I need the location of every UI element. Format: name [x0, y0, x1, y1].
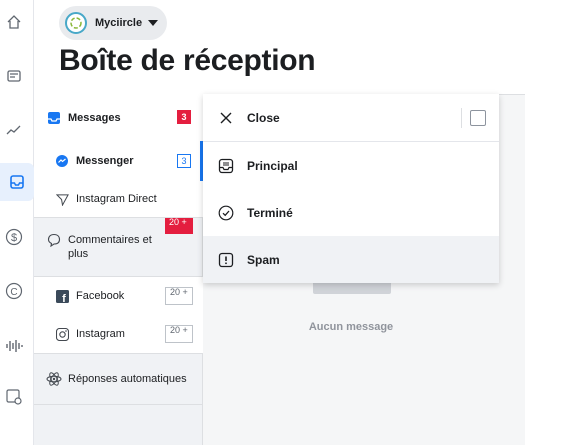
svg-text:C: C — [10, 287, 17, 298]
audio-icon[interactable] — [4, 336, 24, 356]
menu-item-spam[interactable]: Spam — [203, 236, 499, 283]
atom-icon — [46, 371, 62, 387]
inbox-tray-icon — [46, 110, 62, 126]
menu-item-label: Principal — [247, 158, 298, 173]
account-name: Myciircle — [95, 17, 143, 29]
comment-icon — [46, 232, 62, 248]
home-icon[interactable] — [4, 12, 24, 32]
menu-item-termine[interactable]: Terminé — [203, 189, 499, 236]
sidebar-item-label: Instagram Direct — [76, 193, 157, 205]
folder-dropdown: Close Principal Terminé Spam — [203, 94, 499, 283]
dropdown-header: Close — [203, 94, 499, 141]
copyright-icon[interactable]: C — [4, 281, 24, 301]
facebook-icon: f — [54, 288, 70, 304]
unread-badge: 20 + — [165, 218, 193, 234]
inbox-sidebar: Messages 3 Messenger 3 Instagram Direct … — [34, 94, 203, 445]
sidebar-item-messages[interactable]: Messages 3 — [34, 94, 203, 141]
sidebar-item-instagram[interactable]: Instagram 20 + — [34, 315, 203, 353]
inbox-tray-icon — [217, 157, 235, 175]
sidebar-item-instagram-direct[interactable]: Instagram Direct — [34, 181, 203, 217]
sidebar-item-label: Messages — [68, 111, 121, 124]
inbox-icon[interactable] — [0, 163, 34, 201]
menu-item-label: Spam — [247, 252, 280, 267]
sidebar-item-auto-replies[interactable]: Réponses automatiques — [34, 354, 203, 404]
sidebar-item-label: Réponses automatiques — [68, 373, 187, 385]
sidebar-item-label: Commentaires et plus — [68, 234, 152, 260]
exclamation-icon — [217, 251, 235, 269]
select-all-checkbox[interactable] — [470, 110, 486, 126]
page-title: Boîte de réception — [59, 44, 316, 77]
unread-badge: 20 + — [165, 325, 193, 343]
account-avatar — [65, 12, 87, 34]
close-icon[interactable] — [217, 109, 235, 127]
sidebar-item-label: Messenger — [76, 155, 134, 167]
unread-badge: 20 + — [165, 287, 193, 305]
insights-icon[interactable] — [4, 120, 24, 140]
instagram-icon — [54, 326, 70, 342]
sidebar-item-label: Facebook — [76, 290, 125, 302]
monetization-icon[interactable]: $ — [4, 227, 24, 247]
empty-message: Aucun message — [308, 321, 394, 333]
messenger-icon — [54, 153, 70, 169]
close-button[interactable]: Close — [247, 111, 280, 125]
svg-text:f: f — [62, 293, 66, 303]
pages-icon[interactable] — [4, 66, 24, 86]
settings-icon[interactable] — [4, 387, 24, 407]
check-circle-icon — [217, 204, 235, 222]
left-rail: $ C — [0, 0, 34, 445]
send-icon — [54, 191, 70, 207]
divider — [461, 108, 462, 128]
menu-item-principal[interactable]: Principal — [203, 142, 499, 189]
sidebar-item-label: Instagram — [76, 328, 125, 340]
account-switcher[interactable]: Myciircle — [59, 6, 167, 40]
unread-badge: 3 — [177, 110, 191, 124]
sidebar-item-comments[interactable]: Commentaires et plus 20 + — [34, 218, 203, 276]
unread-badge: 3 — [177, 154, 191, 168]
chevron-down-icon — [148, 20, 159, 26]
divider — [34, 404, 203, 405]
sidebar-item-messenger[interactable]: Messenger 3 — [34, 141, 203, 181]
menu-item-label: Terminé — [247, 205, 293, 220]
svg-text:$: $ — [11, 232, 17, 244]
sidebar-item-facebook[interactable]: f Facebook 20 + — [34, 277, 203, 315]
